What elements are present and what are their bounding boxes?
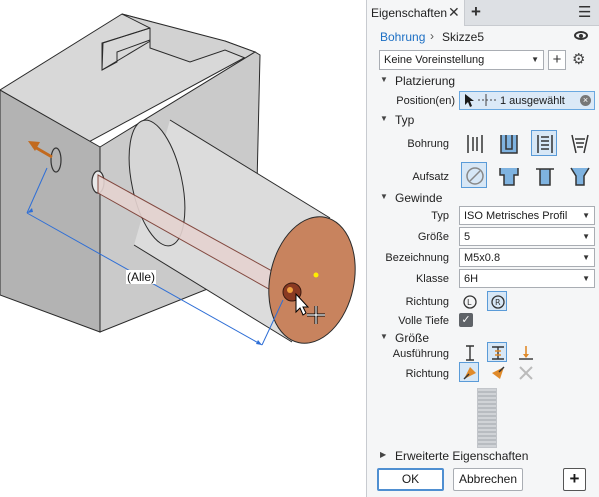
visibility-eye-icon[interactable]	[574, 31, 588, 40]
thread-size-label: Größe	[417, 231, 449, 243]
properties-panel: Eigenschaften ✕ + ☰ Bohrung › Skizze5 Ke…	[366, 0, 599, 497]
default-direction-icon[interactable]	[459, 362, 479, 382]
designation-value: M5x0.8	[464, 252, 501, 264]
designation-label: Bezeichnung	[385, 252, 449, 264]
thread-size-dropdown[interactable]: 5 ▼	[459, 227, 595, 246]
section-thread[interactable]: ▼ Gewinde	[367, 191, 599, 207]
section-label: Gewinde	[395, 191, 443, 205]
section-type[interactable]: ▼ Typ	[367, 113, 599, 129]
depth-slider[interactable]	[477, 388, 497, 448]
breadcrumb-separator: ›	[430, 29, 434, 43]
collapse-triangle-icon: ▼	[380, 114, 388, 123]
counterbore-icon[interactable]	[495, 162, 521, 188]
execution-label: Ausführung	[392, 348, 449, 360]
add-preset-button[interactable]: +	[548, 50, 566, 70]
position-label: Position(en)	[396, 95, 455, 107]
apply-add-button[interactable]: +	[563, 468, 586, 491]
left-hand-thread-icon[interactable]: L	[459, 291, 479, 311]
full-depth-checkbox[interactable]: ✓	[459, 313, 473, 327]
thread-type-dropdown[interactable]: ISO Metrisches Profil ▼	[459, 206, 595, 225]
no-seat-icon[interactable]	[461, 162, 487, 188]
right-hand-thread-icon[interactable]: R	[487, 291, 507, 311]
thread-direction-label: Richtung	[405, 296, 449, 308]
3d-viewport[interactable]: (Alle)	[0, 0, 366, 497]
chevron-down-icon: ▼	[582, 253, 590, 262]
full-depth-label: Volle Tiefe	[398, 315, 449, 327]
section-size[interactable]: ▼ Größe	[367, 331, 599, 347]
through-all-icon[interactable]	[487, 342, 507, 362]
tapped-hole-icon[interactable]	[531, 130, 557, 156]
symmetric-direction-icon[interactable]	[515, 362, 535, 382]
collapse-triangle-icon: ▼	[380, 332, 388, 341]
position-selector[interactable]: 1 ausgewählt ×	[459, 91, 595, 110]
size-direction-label: Richtung	[405, 368, 449, 380]
section-advanced-properties[interactable]: ▶ Erweiterte Eigenschaften	[367, 449, 599, 465]
designation-dropdown[interactable]: M5x0.8 ▼	[459, 248, 595, 267]
hole-type-label: Bohrung	[407, 138, 449, 150]
flipped-direction-icon[interactable]	[487, 362, 507, 382]
chevron-down-icon: ▼	[582, 274, 590, 283]
preset-value: Keine Voreinstellung	[384, 54, 485, 66]
menu-icon[interactable]: ☰	[578, 3, 591, 21]
gear-icon[interactable]: ⚙	[572, 50, 585, 68]
collapse-triangle-icon: ▼	[380, 75, 388, 84]
model-canvas[interactable]	[0, 0, 366, 497]
position-value: 1 ausgewählt	[500, 95, 565, 107]
add-tab-button[interactable]: +	[471, 2, 481, 22]
chevron-down-icon: ▼	[582, 211, 590, 220]
breadcrumb-sketch[interactable]: Skizze5	[442, 30, 484, 44]
clearance-hole-icon[interactable]	[495, 130, 521, 156]
dimension-label[interactable]: (Alle)	[126, 270, 157, 284]
tab-title: Eigenschaften	[371, 6, 448, 20]
chevron-down-icon: ▼	[531, 55, 539, 64]
tapered-hole-icon[interactable]	[566, 130, 592, 156]
svg-text:R: R	[495, 298, 501, 307]
countersink-icon[interactable]	[566, 162, 592, 188]
collapse-triangle-icon: ▼	[380, 192, 388, 201]
simple-hole-icon[interactable]	[461, 130, 487, 156]
expand-triangle-icon: ▶	[380, 450, 387, 459]
spotface-icon[interactable]	[531, 162, 557, 188]
breadcrumb: Bohrung › Skizze5	[367, 28, 599, 48]
cancel-button[interactable]: Abbrechen	[453, 468, 523, 491]
section-label: Platzierung	[395, 74, 456, 88]
distance-icon[interactable]	[459, 342, 479, 362]
class-label: Klasse	[415, 273, 449, 285]
thread-type-label: Typ	[431, 210, 449, 222]
breadcrumb-feature[interactable]: Bohrung	[380, 30, 425, 44]
tab-bar: Eigenschaften ✕ + ☰	[367, 0, 599, 26]
section-label: Größe	[395, 331, 430, 345]
chevron-down-icon: ▼	[582, 232, 590, 241]
svg-text:L: L	[467, 298, 472, 307]
preset-dropdown[interactable]: Keine Voreinstellung ▼	[379, 50, 544, 70]
class-value: 6H	[464, 273, 479, 285]
ok-button[interactable]: OK	[377, 468, 444, 491]
tab-properties[interactable]: Eigenschaften ✕	[367, 0, 465, 26]
seat-label: Aufsatz	[412, 171, 449, 183]
close-icon[interactable]: ✕	[448, 4, 460, 21]
to-face-icon[interactable]	[515, 342, 535, 362]
thread-size-value: 5	[464, 231, 471, 243]
clear-icon[interactable]: ×	[580, 95, 591, 106]
section-placement[interactable]: ▼ Platzierung	[367, 74, 599, 90]
select-arrow-icon	[465, 94, 497, 107]
thread-type-value: ISO Metrisches Profil	[464, 210, 568, 222]
class-dropdown[interactable]: 6H ▼	[459, 269, 595, 288]
section-label: Typ	[395, 113, 415, 127]
section-label: Erweiterte Eigenschaften	[395, 449, 529, 463]
